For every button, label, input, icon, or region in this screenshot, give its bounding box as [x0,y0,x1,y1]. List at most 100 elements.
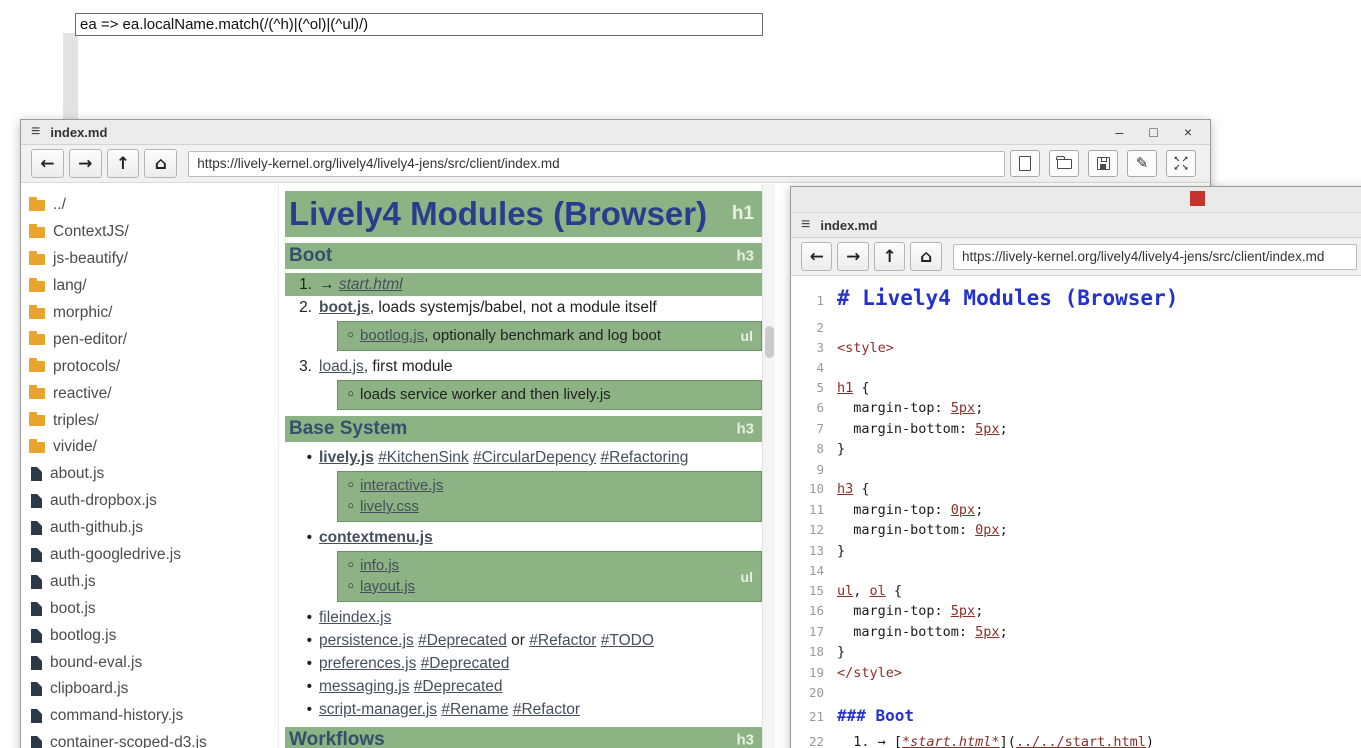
back-button[interactable]: ← [31,149,64,178]
unordered-list: •lively.js #KitchenSink #CircularDepency… [285,446,762,721]
sidebar-item-command-history-js[interactable]: command-history.js [21,703,278,730]
window-menu-icon[interactable]: ≡ [31,124,40,140]
sub-list-item: ○loads service worker and then lively.js [338,384,761,405]
minimize-button[interactable]: – [1116,124,1124,140]
sidebar-item-js-beautify[interactable]: js-beautify/ [21,246,278,273]
md-link[interactable]: fileindex.js [319,609,391,626]
sidebar-item-protocols[interactable]: protocols/ [21,353,278,380]
code-token: ; [975,400,983,416]
md-link[interactable]: persistence.js [319,632,414,649]
md-link[interactable]: layout.js [360,578,415,595]
sidebar-item-triples[interactable]: triples/ [21,407,278,434]
new-file-button[interactable] [1010,150,1040,177]
md-link[interactable]: boot.js [319,299,370,316]
sidebar-item-clipboard-js[interactable]: clipboard.js [21,676,278,703]
folder-icon [29,254,45,265]
sidebar-item-bootlog-js[interactable]: bootlog.js [21,622,278,649]
code-editor[interactable]: 1# Lively4 Modules (Browser)23<style>45h… [791,276,1361,748]
code-token: { [853,481,869,497]
md-link[interactable]: #Rename [441,701,508,718]
file-name: auth-dropbox.js [50,492,157,510]
close-button[interactable]: × [1184,124,1192,140]
code-token: ### Boot [837,706,914,725]
open-folder-button[interactable] [1049,150,1079,177]
list-item: •script-manager.js #Rename #Refactor [285,698,762,721]
window-menu-icon[interactable]: ≡ [801,217,810,233]
folder-icon [29,361,45,372]
code-token: } [837,441,845,457]
home-button[interactable]: ⌂ [910,242,941,271]
save-button[interactable] [1088,150,1118,177]
up-button[interactable]: ↑ [107,149,140,178]
window1-titlebar[interactable]: ≡ index.md – □ × [21,120,1210,145]
md-link[interactable]: #Deprecated [421,655,510,672]
forward-button[interactable]: → [837,242,868,271]
edit-button[interactable]: ✎ [1127,150,1157,177]
sidebar-item-vivide[interactable]: vivide/ [21,434,278,461]
md-link[interactable]: script-manager.js [319,701,437,718]
file-name: ContextJS/ [53,223,129,241]
line-number: 8 [791,439,837,459]
md-link[interactable]: lively.js [319,449,374,466]
file-name: about.js [50,465,104,483]
file-name: bound-eval.js [50,654,142,672]
md-link[interactable]: interactive.js [360,477,443,494]
line-number: 13 [791,541,837,561]
heading-text: Base System [285,418,407,440]
md-link[interactable]: preferences.js [319,655,416,672]
md-link[interactable]: lively.css [360,498,419,515]
sidebar-item-about-js[interactable]: about.js [21,461,278,488]
window2-titlebar[interactable]: ≡ index.md [791,213,1361,238]
fullscreen-button[interactable]: ↖↗↙↘ [1166,150,1196,177]
save-icon [1097,157,1110,170]
sub-list-item: ○info.js [338,555,761,576]
sidebar-item-ContextJS[interactable]: ContextJS/ [21,219,278,246]
code-token: ; [975,502,983,518]
maximize-button[interactable]: □ [1149,124,1157,140]
vertical-scrollbar[interactable] [762,184,775,748]
md-link[interactable]: #Refactor [529,632,596,649]
md-link[interactable]: #TODO [601,632,654,649]
window2-top-strip [791,187,1361,213]
up-button[interactable]: ↑ [874,242,905,271]
sidebar-item-auth-dropbox-js[interactable]: auth-dropbox.js [21,488,278,515]
sidebar-item-auth-googledrive-js[interactable]: auth-googledrive.js [21,542,278,569]
sidebar-item-morphic[interactable]: morphic/ [21,300,278,327]
url-input[interactable] [188,151,1005,177]
md-link[interactable]: #Deprecated [418,632,507,649]
md-link[interactable]: #CircularDepency [473,449,596,466]
code-line: 19</style> [791,663,1361,684]
back-button[interactable]: ← [801,242,832,271]
sidebar-item-reactive[interactable]: reactive/ [21,380,278,407]
sidebar-item-boot-js[interactable]: boot.js [21,595,278,622]
md-link[interactable]: #Refactor [513,701,580,718]
list-item: •preferences.js #Deprecated [285,652,762,675]
sidebar-item-container-scoped-d3-js[interactable]: container-scoped-d3.js [21,730,278,748]
md-link[interactable]: start.html [339,276,403,293]
sidebar-item-auth-github-js[interactable]: auth-github.js [21,515,278,542]
forward-button[interactable]: → [69,149,102,178]
list-item: •messaging.js #Deprecated [285,675,762,698]
code-token: 5px [951,400,975,416]
sidebar-item-lang[interactable]: lang/ [21,273,278,300]
md-link[interactable]: #Refactoring [601,449,689,466]
scrollbar-thumb[interactable] [765,326,774,358]
sidebar-item-auth-js[interactable]: auth.js [21,568,278,595]
code-line: 8} [791,439,1361,460]
element-filter-input[interactable] [75,13,763,36]
md-link[interactable]: contextmenu.js [319,529,433,546]
home-button[interactable]: ⌂ [144,149,177,178]
md-link[interactable]: #KitchenSink [378,449,468,466]
sub-list-item: ○lively.css [338,496,761,517]
sidebar-item-bound-eval-js[interactable]: bound-eval.js [21,649,278,676]
sidebar-item-pen-editor[interactable]: pen-editor/ [21,326,278,353]
md-text: , optionally benchmark and log boot [424,327,661,344]
md-link[interactable]: bootlog.js [360,327,424,344]
md-link[interactable]: messaging.js [319,678,409,695]
md-link[interactable]: load.js [319,358,364,375]
md-heading-h3: Workflowsh3 [285,727,762,748]
url-input[interactable] [953,244,1357,270]
md-link[interactable]: #Deprecated [414,678,503,695]
sidebar-item-[interactable]: ../ [21,192,278,219]
md-link[interactable]: info.js [360,557,399,574]
